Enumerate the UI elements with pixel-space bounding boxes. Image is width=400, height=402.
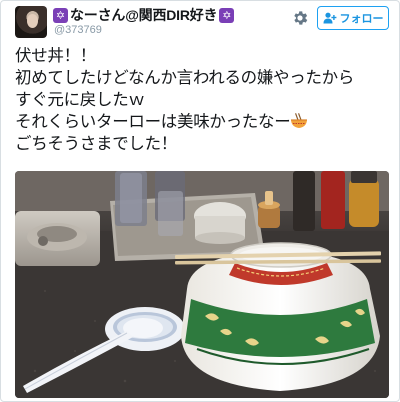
star-of-david-icon: ✡ (219, 7, 235, 23)
tweet-line: ごちそうさまでした！ (15, 134, 178, 153)
gear-icon[interactable] (291, 9, 309, 27)
user-handle[interactable]: @373769 (54, 24, 102, 36)
display-name-row[interactable]: ✡ なーさん@関西DIR好き ✡ (53, 5, 235, 25)
tweet-line: 初めてしたけどなんか言われるの嫌やったから (15, 68, 355, 87)
star-of-david-icon: ✡ (53, 7, 68, 23)
tweet-text: 伏せ丼！！ 初めてしたけどなんか言われるの嫌やったから すぐ元に戻したｗ それく… (15, 45, 395, 155)
tweet-line: すぐ元に戻したｗ (15, 90, 145, 109)
ramen-bowl-icon (291, 113, 308, 128)
tweet-photo[interactable] (15, 171, 389, 398)
tweet-line: それくらいターローは美味かったなー (15, 112, 291, 131)
tweet-line: 伏せ丼！！ (15, 46, 97, 65)
tweet-line-with-emoji: それくらいターローは美味かったなー (15, 111, 395, 133)
follow-button[interactable]: フォロー (317, 6, 389, 30)
follow-person-plus-icon (323, 12, 336, 24)
tweet-card: ✡ なーさん@関西DIR好き ✡ @373769 フォロー 伏せ丼！！ 初めてし… (0, 0, 400, 402)
display-name[interactable]: なーさん@関西DIR好き (70, 5, 218, 25)
avatar[interactable] (15, 6, 47, 38)
follow-label: フォロー (339, 13, 384, 25)
